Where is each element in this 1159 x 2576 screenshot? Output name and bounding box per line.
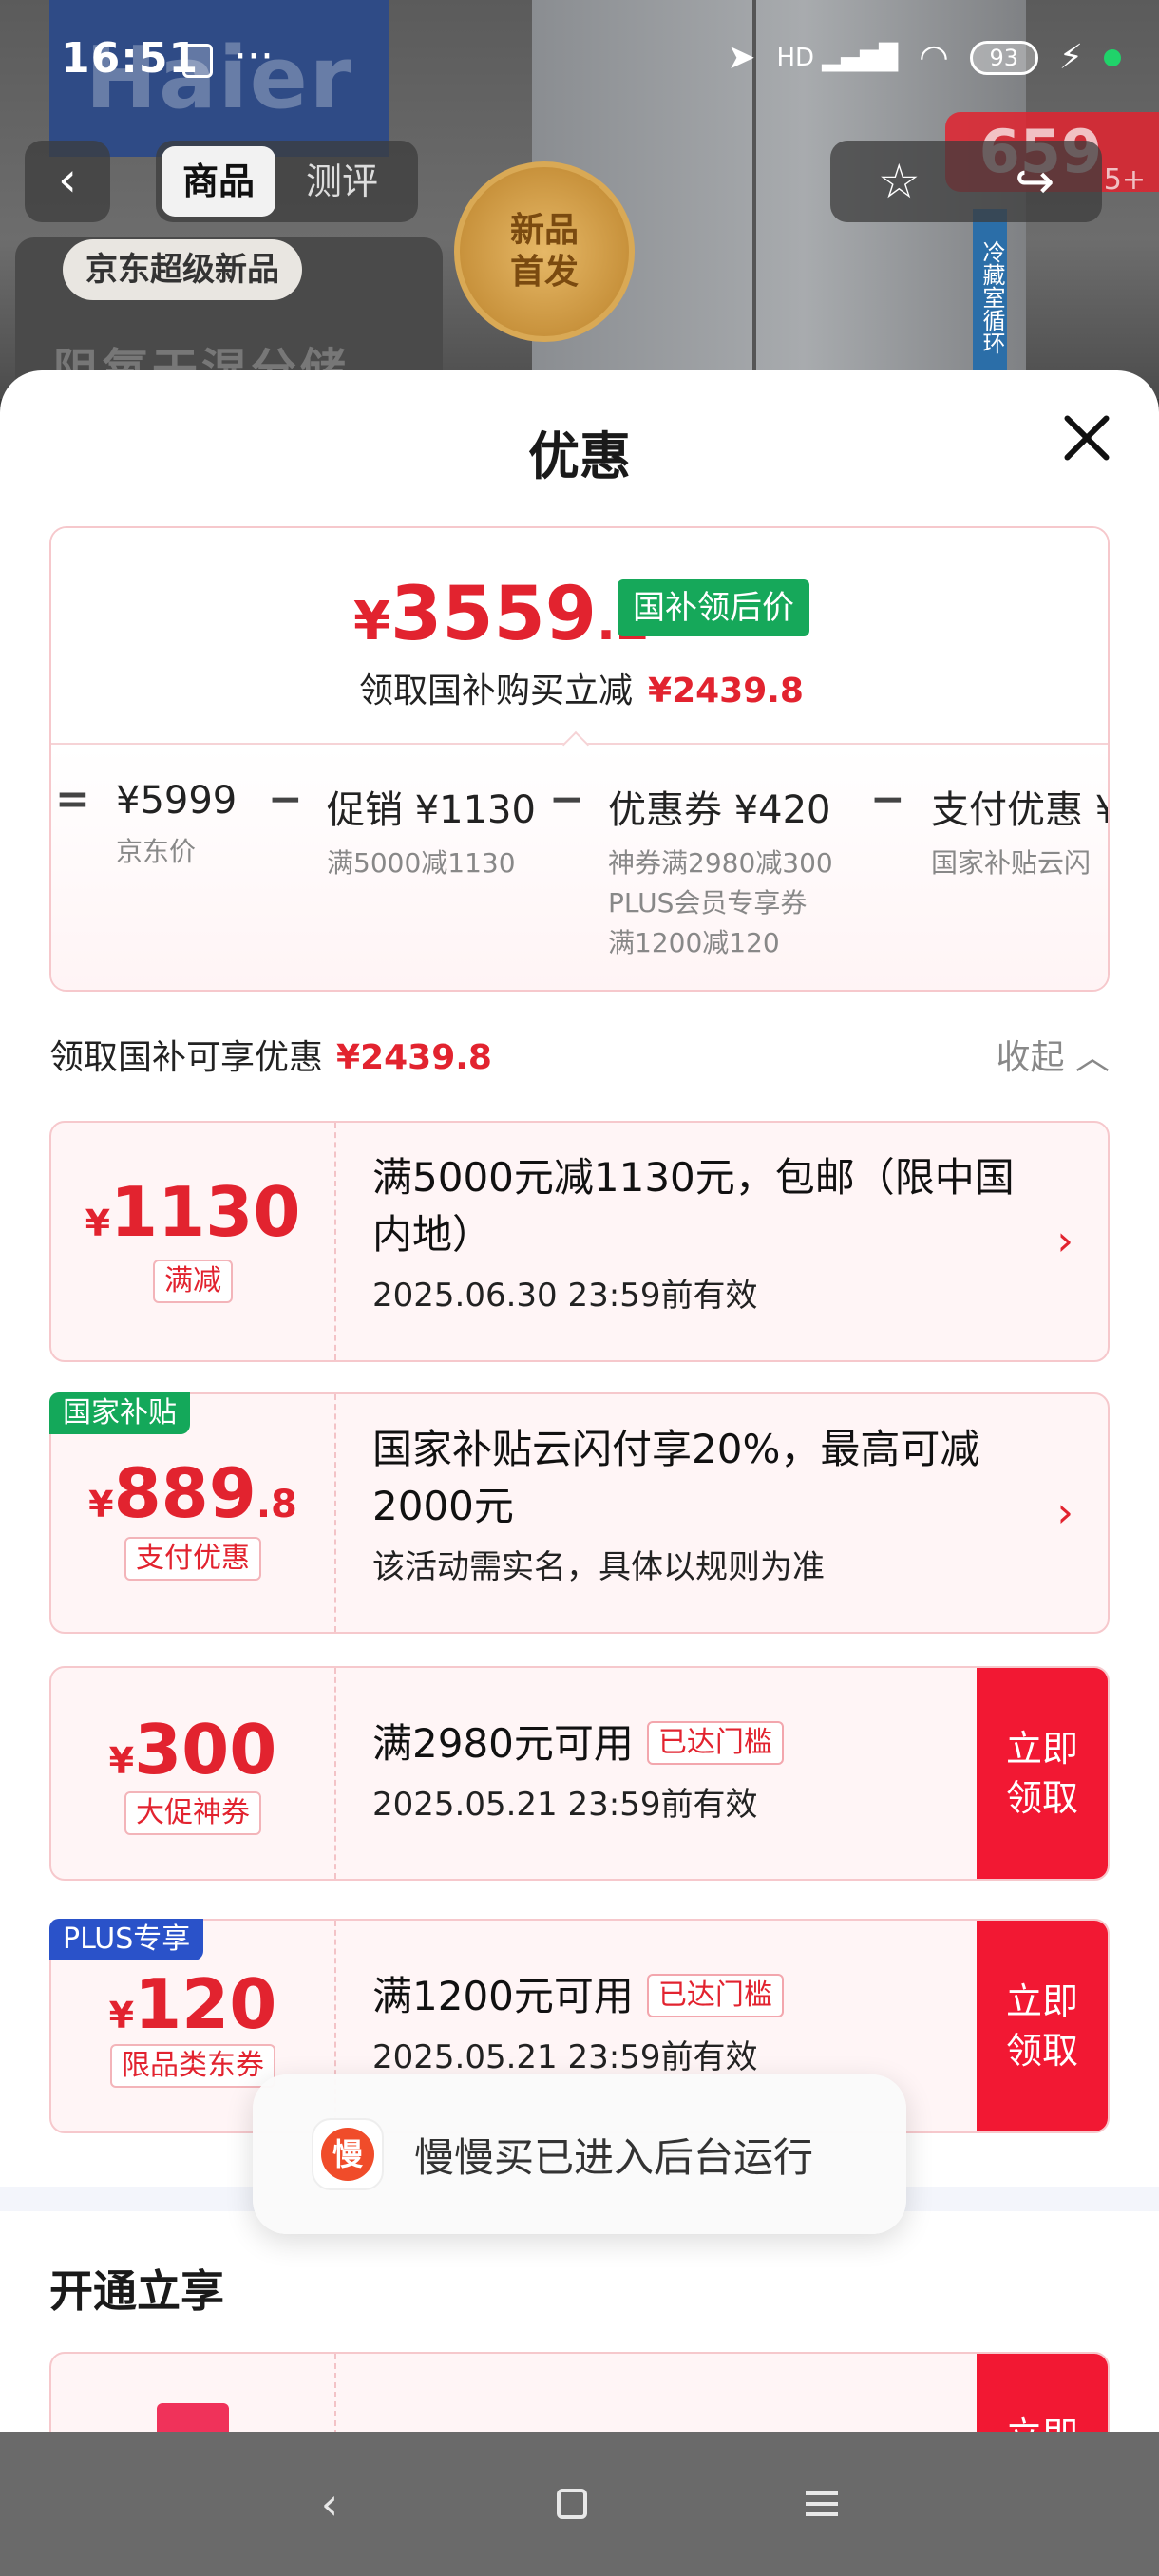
summary-label: 领取国补可享优惠 ¥2439.8 xyxy=(49,1038,492,1077)
new-launch-badge: 新品 首发 xyxy=(454,161,635,342)
claim-coupon-button[interactable]: 立即领取 xyxy=(977,1668,1108,1879)
favorite-star-icon[interactable]: ☆ xyxy=(878,154,921,209)
app-icon: 慢 xyxy=(312,2118,384,2190)
coupon-validity: 2025.05.21 23:59前有效 xyxy=(372,2038,758,2076)
coupon-validity: 2025.06.30 23:59前有效 xyxy=(372,1277,758,1315)
sim-icon xyxy=(182,44,213,78)
calc-item-promotion: 促销 ¥1130 满5000减1130 xyxy=(327,788,536,879)
system-back-icon[interactable]: ‹ xyxy=(321,2478,338,2529)
chevron-right-icon: › xyxy=(1056,1488,1074,1537)
coupon-card: ¥300 大促神券 满2980元可用 已达门槛 2025.05.21 23:59前… xyxy=(49,1666,1110,1881)
location-icon: ➤ xyxy=(727,38,756,77)
price-calculation: = ¥5999 京东价 − 促销 ¥1130 满5000减1130 − 优惠券 … xyxy=(51,747,1110,990)
jd-new-tag: 京东超级新品 xyxy=(63,239,302,300)
coupon-validity: 该活动需实名，具体以规则为准 xyxy=(372,1548,825,1586)
system-recents-icon[interactable] xyxy=(806,2491,839,2516)
fridge-label: 冷藏室循环 xyxy=(973,209,1007,380)
background-running-toast: 慢 慢慢买已进入后台运行 xyxy=(253,2074,906,2234)
coupon-card[interactable]: ¥889.8 支付优惠 国家补贴云闪付享20%，最高可减2000元 该活动需实名… xyxy=(49,1392,1110,1634)
chevron-up-icon: ︿ xyxy=(1074,1038,1110,1077)
toast-message: 慢慢买已进入后台运行 xyxy=(414,2134,814,2181)
coupon-value: ¥300 大促神券 xyxy=(51,1668,336,1879)
claim-coupon-button[interactable]: 立即领取 xyxy=(977,1921,1108,2131)
threshold-reached-badge: 已达门槛 xyxy=(646,1974,784,2017)
coupon-type: 支付优惠 xyxy=(124,1537,261,1581)
nav-actions: ☆ ↪ xyxy=(830,141,1102,222)
minus-sign: − xyxy=(268,775,303,824)
product-tabs: 商品 测评 xyxy=(156,141,418,222)
gov-subsidy-tag: 国家补贴 xyxy=(49,1392,190,1434)
open-membership-button[interactable]: 立即 xyxy=(977,2354,1108,2432)
back-button[interactable]: ‹ xyxy=(25,141,110,222)
threshold-reached-badge: 已达门槛 xyxy=(646,1721,784,1765)
close-icon[interactable] xyxy=(1053,405,1119,471)
minus-sign: − xyxy=(549,775,584,824)
equals-sign: = xyxy=(55,775,90,824)
membership-section-title: 开通立享 xyxy=(49,2265,224,2317)
coupon-validity: 2025.05.21 23:59前有效 xyxy=(372,1786,758,1824)
status-dot xyxy=(1104,48,1121,66)
calc-item-payment: 支付优惠 ¥ 国家补贴云闪 xyxy=(931,788,1110,879)
system-home-icon[interactable] xyxy=(557,2489,588,2519)
system-navigation-bar: ‹ xyxy=(0,2432,1159,2576)
savings-line: 领取国补购买立减 ¥2439.8 xyxy=(359,672,804,710)
coupon-value: ¥1130 满减 xyxy=(51,1123,336,1360)
coupon-type: 限品类东券 xyxy=(110,2044,276,2088)
card-icon xyxy=(157,2403,229,2432)
price-breakdown-card: ¥3559.2 国补领后价 领取国补购买立减¥2439.8 = ¥5999 京东… xyxy=(49,526,1110,992)
more-notifications-icon: ··· xyxy=(234,32,274,81)
collapse-button[interactable]: 收起 ︿ xyxy=(997,1030,1110,1079)
calc-item-coupon: 优惠券 ¥420 神券满2980减300 PLUS会员专享券 满1200减120 xyxy=(608,788,833,958)
tab-product[interactable]: 商品 xyxy=(162,146,276,217)
coupon-card[interactable]: ¥1130 满减 满5000元减1130元，包邮（限中国内地） 2025.06.… xyxy=(49,1121,1110,1362)
membership-card: 立即 xyxy=(49,2352,1110,2432)
clock: 16:51 xyxy=(61,34,200,83)
signal-icon: HD ▂▄▆█ xyxy=(776,43,899,72)
coupon-title: 国家补贴云闪付享20%，最高可减2000元 xyxy=(372,1426,980,1529)
coupon-title: 满5000元减1130元，包邮（限中国内地） xyxy=(372,1154,1015,1258)
coupon-title: 满1200元可用 xyxy=(372,1973,634,2019)
gov-subsidy-price-badge: 国补领后价 xyxy=(618,579,809,636)
coupon-type: 满减 xyxy=(153,1260,233,1303)
calc-item-jd-price: ¥5999 京东价 xyxy=(116,779,238,867)
minus-sign: − xyxy=(870,775,905,824)
coupon-type: 大促神券 xyxy=(124,1791,261,1835)
final-price-section: ¥3559.2 国补领后价 领取国补购买立减¥2439.8 xyxy=(51,528,1108,745)
plus-exclusive-tag: PLUS专享 xyxy=(49,1919,204,1960)
wifi-icon: ◠ xyxy=(919,38,949,77)
status-bar: 16:51 ··· ➤ HD ▂▄▆█ ◠ 93 ⚡ xyxy=(0,0,1159,118)
final-price: ¥3559.2 xyxy=(353,572,650,657)
sheet-title: 优惠 xyxy=(528,426,631,486)
chevron-right-icon: › xyxy=(1056,1217,1074,1265)
battery-icon: 93 xyxy=(969,40,1038,75)
summary-row: 领取国补可享优惠 ¥2439.8 收起 ︿ xyxy=(49,1030,1110,1087)
share-icon[interactable]: ↪ xyxy=(1015,154,1054,209)
charging-icon: ⚡ xyxy=(1058,38,1083,77)
coupon-title: 满2980元可用 xyxy=(372,1720,634,1767)
tab-review[interactable]: 测评 xyxy=(285,146,399,217)
